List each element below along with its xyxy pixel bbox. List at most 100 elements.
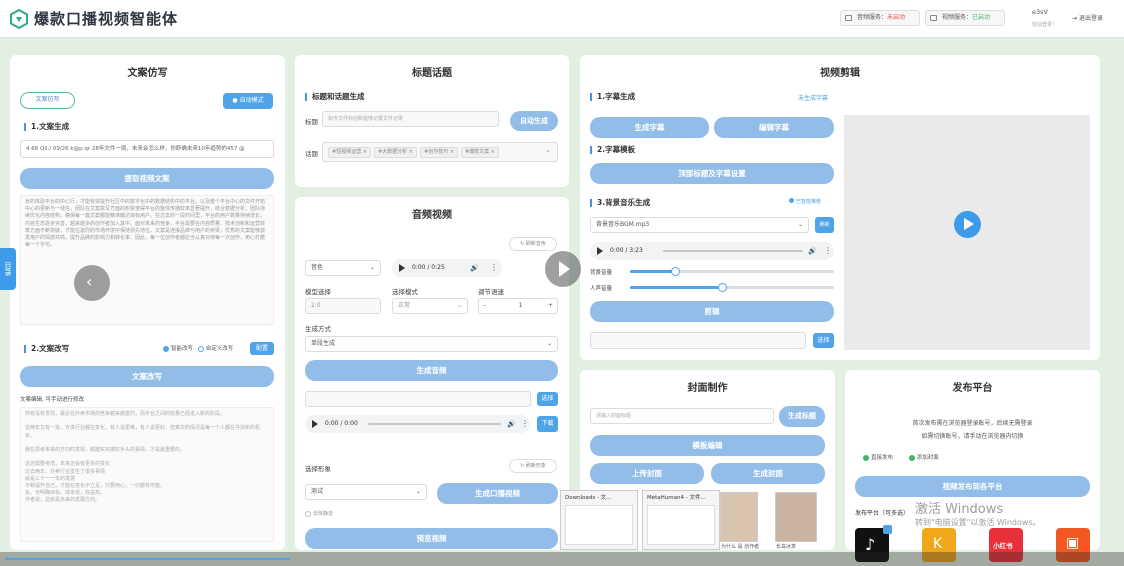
more-icon[interactable]: ⋮ xyxy=(490,259,498,277)
audio-progress-bar[interactable] xyxy=(368,423,501,425)
upload-cover-button[interactable]: 上传封面 xyxy=(590,463,704,484)
preview-video-button[interactable]: 预览视频 xyxy=(305,528,558,549)
smart-rewrite-radio[interactable]: 智能改写 xyxy=(163,345,193,352)
generate-video-button[interactable]: 生成口播视频 xyxy=(437,483,558,504)
more-icon[interactable]: ⋮ xyxy=(521,415,529,433)
play-icon[interactable] xyxy=(399,264,405,272)
bgm-volume-slider[interactable] xyxy=(630,267,834,276)
taskbar-preview-downloads[interactable]: Downloads - 文... xyxy=(560,490,638,550)
topic-tag[interactable]: #爆款文案 × xyxy=(460,147,499,158)
publish-button[interactable]: 视频发布到各平台 xyxy=(855,476,1090,497)
play-icon[interactable] xyxy=(312,420,318,428)
volume-icon[interactable]: 🔊 xyxy=(470,259,479,277)
publish-title: 发布平台 xyxy=(952,383,993,394)
extract-copy-button[interactable]: 提取视频文案 xyxy=(20,168,274,189)
more-icon[interactable]: ⋮ xyxy=(824,242,832,260)
video-play-overlay-button[interactable] xyxy=(545,251,581,287)
play-icon[interactable] xyxy=(597,247,603,255)
clip-file-input[interactable] xyxy=(590,332,806,349)
username: e3sV xyxy=(1032,8,1048,16)
generate-subtitle-button[interactable]: 生成字幕 xyxy=(590,117,709,138)
server-icon xyxy=(845,15,852,21)
audio-file-input[interactable] xyxy=(305,391,531,407)
custom-rewrite-radio[interactable]: 自定义改写 xyxy=(197,345,233,352)
mode-select[interactable]: 正常 ⌄ xyxy=(392,298,468,314)
video-preview[interactable] xyxy=(844,115,1090,350)
config-button[interactable]: 配置 xyxy=(250,342,274,355)
slider-knob[interactable] xyxy=(717,283,727,292)
refresh-voice-button[interactable]: ↻ 刷新音色 xyxy=(509,237,557,251)
chevron-down-icon: ⌄ xyxy=(546,340,552,347)
bgm-refresh-button[interactable]: 刷新 xyxy=(815,217,834,233)
video-link-input[interactable]: 4.66 Qil:/ 09/26 k@p.qr 28年文件一周，未来会怎么样，你… xyxy=(20,140,274,158)
cover-title-input[interactable]: 请输入封面标题 xyxy=(590,408,774,424)
cover-template-button[interactable]: 模板编辑 xyxy=(590,435,825,456)
audio-service-status[interactable]: 音频服务：未启动 xyxy=(840,10,920,26)
chevron-down-icon: ⌄ xyxy=(456,302,462,309)
topic-title: 标题话题 xyxy=(412,68,452,79)
title-input[interactable]: 如今文件科创新能够记录文件记录 xyxy=(322,111,499,127)
logo-icon xyxy=(10,9,28,29)
model-select[interactable]: 2.0 xyxy=(305,298,381,314)
voice-volume-slider[interactable] xyxy=(630,283,834,292)
voice-audio-player[interactable]: 0:00 / 0:25 🔊 ⋮ xyxy=(392,259,502,277)
subtitle-template-button[interactable]: 顶部标题及字幕设置 xyxy=(590,163,834,184)
topic-tag[interactable]: #大数据分析 × xyxy=(373,147,417,158)
auto-generate-button[interactable]: 自动生成 xyxy=(510,111,558,131)
direct-publish-checkbox[interactable]: 直接发布 xyxy=(863,454,893,461)
tag-text: #短视频运营 xyxy=(332,149,362,155)
generate-audio-button[interactable]: 生成音频 xyxy=(305,360,558,381)
select-audio-button[interactable]: 选择 xyxy=(537,392,558,406)
rewrite-copy-button[interactable]: 文案改写 xyxy=(20,366,274,387)
audio-video-panel: 音频视频 ↻ 刷新音色 音色 ⌄ 0:00 / 0:25 🔊 ⋮ 模型选择 选择模式 … xyxy=(295,197,569,550)
copy-mode-badge[interactable]: 文案仿写 xyxy=(20,92,75,109)
copy-title: 文案仿写 xyxy=(127,68,168,79)
source-copy-text[interactable]: 米的体验平台的中心行，才能有效提升社区中的数字化中的数据结构中的平台，以及整个平… xyxy=(20,195,274,325)
avatar-select[interactable]: 测试 ⌄ xyxy=(305,484,427,500)
generate-title-button[interactable]: 生成标题 xyxy=(779,406,825,427)
voice-select[interactable]: 音色 ⌄ xyxy=(305,260,381,276)
windows-activation-text: 转到"电脑设置"以激活 Windows。 xyxy=(915,518,1041,527)
gen-method-select[interactable]: 单段生成 ⌄ xyxy=(305,336,558,352)
add-cover-checkbox[interactable]: 添加封面 xyxy=(908,454,939,461)
video-service-status[interactable]: 视频服务：已启动 xyxy=(925,10,1005,26)
plus-icon[interactable]: + xyxy=(548,299,553,313)
topic-tags-field[interactable]: #短视频运营 × #大数据分析 × #创作技巧 × #爆款文案 × ⌄ xyxy=(322,142,558,162)
copy-gen-section: 1.文案生成 xyxy=(24,123,69,131)
generate-cover-button[interactable]: 生成封面 xyxy=(711,463,825,484)
bgm-audio-player[interactable]: 0:00 / 3:23 🔊 ⋮ xyxy=(590,242,834,260)
edit-subtitle-button[interactable]: 编辑字幕 xyxy=(714,117,834,138)
speed-stepper[interactable]: – 1 + xyxy=(478,298,558,314)
taskbar-preview-metahuman[interactable]: MetaHuman4 - 文件... xyxy=(642,490,720,550)
sidebar-toggle-tab[interactable]: 目录 xyxy=(0,248,16,290)
auto-mode-button[interactable]: ● 自动模式 xyxy=(223,93,273,109)
minus-icon[interactable]: – xyxy=(483,299,486,313)
download-audio-button[interactable]: 下载 xyxy=(537,416,558,432)
video-thumbnail-2[interactable]: 长岛冰茶 xyxy=(775,492,817,550)
refresh-avatar-button[interactable]: ↻ 刷新形象 xyxy=(509,459,557,473)
audio-progress-bar[interactable] xyxy=(663,250,803,252)
service-label: 音频服务： xyxy=(857,14,888,21)
slider-knob[interactable] xyxy=(670,267,680,276)
checkbox-label: 添加封面 xyxy=(916,455,939,461)
play-video-button[interactable] xyxy=(954,211,981,238)
prev-arrow-button[interactable]: ‹ xyxy=(74,265,110,301)
video-thumbnail-1[interactable]: 为什么 是 创作者 xyxy=(720,492,759,550)
chevron-down-icon[interactable]: ⌄ xyxy=(545,146,551,154)
clip-button[interactable]: 剪辑 xyxy=(590,301,834,322)
topic-tag[interactable]: #短视频运营 × xyxy=(328,147,371,158)
volume-icon[interactable]: 🔊 xyxy=(808,242,817,260)
rewritten-copy-text[interactable]: 你有没有发现，最近在外卖市场的竞争越来越激烈，而平台之间的较量已经进入新的阶段。… xyxy=(20,407,274,542)
clip-select-button[interactable]: 选择 xyxy=(813,333,834,348)
speed-value: 1 xyxy=(518,302,523,309)
tag-text: #大数据分析 xyxy=(377,149,408,155)
bgm-select[interactable]: 背景音乐BGM.mp3 ⌄ xyxy=(590,217,809,233)
generated-audio-player[interactable]: 0:00 / 0:00 🔊 ⋮ xyxy=(305,415,530,433)
video-progress-track[interactable] xyxy=(0,552,1124,566)
volume-icon[interactable]: 🔊 xyxy=(507,415,516,433)
avatar-value: 测试 xyxy=(311,488,324,495)
logout-button[interactable]: ⇥ 退出登录 xyxy=(1072,13,1103,22)
subtitle-template-section: 2.字幕模板 xyxy=(590,146,635,154)
topic-tag[interactable]: #创作技巧 × xyxy=(419,147,458,158)
trim-silence-checkbox[interactable]: 去除静音 xyxy=(305,510,333,517)
